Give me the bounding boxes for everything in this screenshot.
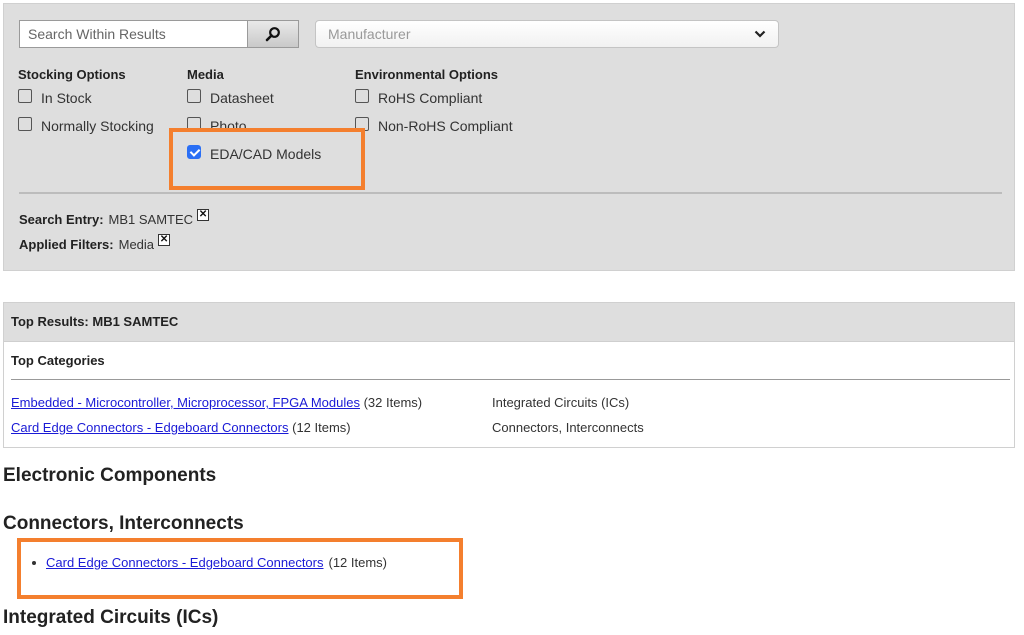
stocking-options-title: Stocking Options xyxy=(18,67,126,82)
option-eda-cad-models[interactable]: EDA/CAD Models xyxy=(187,140,321,168)
option-label: In Stock xyxy=(41,90,92,106)
panel-divider xyxy=(19,192,1002,194)
category-count: (12 Items) xyxy=(328,555,388,570)
top-results-panel: Top Results: MB1 SAMTEC Top Categories E… xyxy=(3,302,1015,448)
category-link[interactable]: Card Edge Connectors - Edgeboard Connect… xyxy=(46,555,324,570)
environmental-options-group: Environmental Options RoHS Compliant Non… xyxy=(355,66,513,140)
environmental-options-title: Environmental Options xyxy=(355,67,499,82)
checkbox-rohs-compliant[interactable] xyxy=(355,89,369,103)
list-item: Card Edge Connectors - Edgeboard Connect… xyxy=(32,555,387,570)
search-button[interactable] xyxy=(247,20,299,48)
option-label: Photo xyxy=(210,118,247,134)
option-photo[interactable]: Photo xyxy=(187,112,321,140)
option-label: RoHS Compliant xyxy=(378,90,483,106)
checkbox-non-rohs-compliant[interactable] xyxy=(355,117,369,131)
category-family: Integrated Circuits (ICs) xyxy=(492,395,630,410)
checkbox-normally-stocking[interactable] xyxy=(18,117,32,131)
category-count: (12 Items) xyxy=(292,420,351,435)
checkbox-photo[interactable] xyxy=(187,117,201,131)
applied-filters: Applied Filters: Media ✕ xyxy=(19,233,171,252)
applied-filters-label: Applied Filters: xyxy=(19,237,114,252)
section-integrated-circuits: Integrated Circuits (ICs) xyxy=(3,607,219,628)
category-link[interactable]: Card Edge Connectors - Edgeboard Connect… xyxy=(11,420,289,435)
option-label: Non-RoHS Compliant xyxy=(378,118,513,134)
category-family: Connectors, Interconnects xyxy=(492,420,644,435)
manufacturer-select-value: Manufacturer xyxy=(328,26,411,42)
chevron-down-icon xyxy=(754,30,766,38)
applied-filters-value: Media xyxy=(118,237,155,252)
option-label: Normally Stocking xyxy=(41,118,154,134)
filter-panel: Manufacturer Stocking Options In Stock N… xyxy=(3,3,1015,271)
checkbox-in-stock[interactable] xyxy=(18,89,32,103)
option-rohs-compliant[interactable]: RoHS Compliant xyxy=(355,84,513,112)
option-label: Datasheet xyxy=(210,90,274,106)
option-label: EDA/CAD Models xyxy=(210,146,322,162)
manufacturer-select[interactable]: Manufacturer xyxy=(315,20,779,48)
category-count: (32 Items) xyxy=(363,395,423,410)
section-electronic-components: Electronic Components xyxy=(3,465,217,486)
search-entry-value: MB1 SAMTEC xyxy=(108,212,194,227)
option-normally-stocking[interactable]: Normally Stocking xyxy=(18,112,154,140)
stocking-options-group: Stocking Options In Stock Normally Stock… xyxy=(18,66,154,140)
category-link[interactable]: Embedded - Microcontroller, Microprocess… xyxy=(11,395,360,410)
search-within-results-input[interactable] xyxy=(19,20,248,48)
category-row: Card Edge Connectors - Edgeboard Connect… xyxy=(11,420,351,435)
search-entry-label: Search Entry: xyxy=(19,212,104,227)
checkbox-datasheet[interactable] xyxy=(187,89,201,103)
top-categories-title: Top Categories xyxy=(11,353,105,368)
search-entry: Search Entry: MB1 SAMTEC ✕ xyxy=(19,208,210,227)
top-results-header: Top Results: MB1 SAMTEC xyxy=(4,303,1014,342)
media-title: Media xyxy=(187,67,224,82)
magnifier-icon xyxy=(265,27,280,42)
remove-search-entry-icon[interactable]: ✕ xyxy=(197,208,210,221)
bullet xyxy=(32,560,36,565)
option-datasheet[interactable]: Datasheet xyxy=(187,84,321,112)
media-group: Media Datasheet Photo EDA/CAD Models xyxy=(187,66,321,168)
option-non-rohs-compliant[interactable]: Non-RoHS Compliant xyxy=(355,112,513,140)
section-connectors-interconnects: Connectors, Interconnects xyxy=(3,513,244,534)
category-row: Embedded - Microcontroller, Microprocess… xyxy=(11,395,422,410)
top-categories-divider xyxy=(11,379,1010,380)
option-in-stock[interactable]: In Stock xyxy=(18,84,154,112)
remove-applied-filter-icon[interactable]: ✕ xyxy=(158,233,171,246)
checkbox-eda-cad-models[interactable] xyxy=(187,145,201,159)
